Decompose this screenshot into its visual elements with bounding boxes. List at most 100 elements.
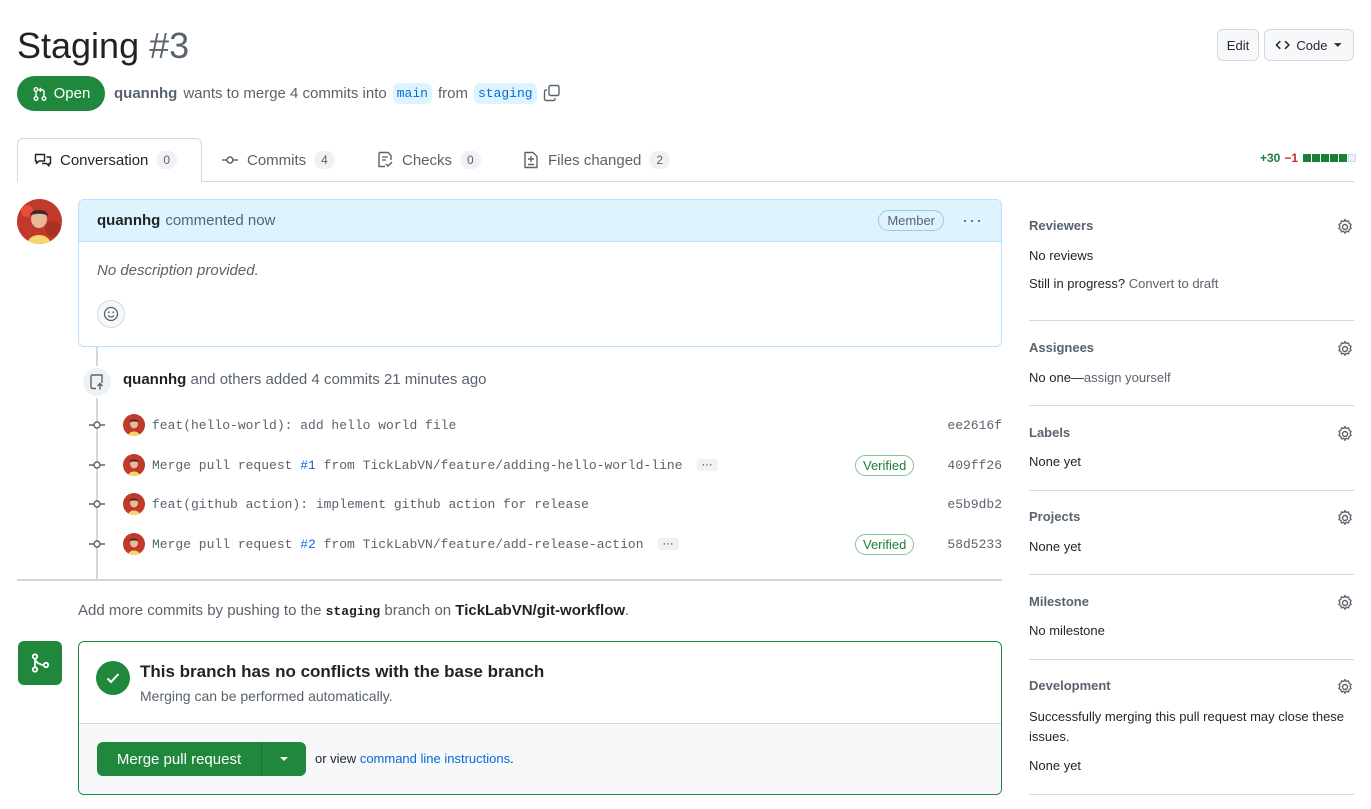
code-button-label: Code [1296,37,1328,53]
merge-method-dropdown[interactable] [262,742,306,776]
sidebar-heading: Projects [1029,509,1081,524]
tab-counter: 4 [314,151,335,169]
sidebar-divider [1029,659,1354,660]
gear-icon[interactable] [1336,594,1354,612]
commit-message-text[interactable]: from TickLabVN/feature/add-release-actio… [316,537,644,552]
tab-commits[interactable]: Commits 4 [205,138,351,182]
tab-counter: 2 [649,151,671,169]
merge-pull-request-button[interactable]: Merge pull request [97,742,262,776]
tab-counter: 0 [156,151,178,169]
author-link[interactable]: quannhg [114,85,177,102]
git-commit-icon [88,460,106,470]
triangle-down-icon [1334,43,1343,47]
tab-label: Conversation [60,151,149,169]
tab-label: Commits [247,151,307,169]
commit-message-text[interactable]: Merge pull request [152,458,300,473]
commit-avatar[interactable] [123,493,145,515]
commit-message-text[interactable]: Merge pull request [152,537,300,552]
comment-time[interactable]: commented now [165,212,275,229]
labels-value: None yet [1029,454,1082,469]
check-icon [96,661,130,695]
copy-icon[interactable] [543,84,561,102]
git-commit-icon [222,156,238,164]
gear-icon[interactable] [1336,340,1354,358]
command-line-instructions-link[interactable]: command line instructions [360,751,510,766]
diffstat-box [1348,154,1357,162]
meta-from: from [437,84,468,102]
commit-avatar[interactable] [123,414,145,436]
commit-message-text[interactable]: feat(hello-world): add hello world file [152,418,456,433]
pr-link[interactable]: #1 [300,458,316,473]
sidebar-reviewers: Reviewers No reviews Still in progress? … [1029,218,1354,308]
timeline-event: quannhg and others added 4 commits 21 mi… [123,371,487,388]
convert-to-draft-link[interactable]: Convert to draft [1129,276,1219,291]
commit-sha[interactable]: e5b9db2 [947,497,1002,512]
gear-icon[interactable] [1336,218,1354,236]
sidebar-heading: Reviewers [1029,218,1094,233]
or-view-period: . [510,751,514,766]
comment-discussion-icon [34,153,52,167]
commit-sha[interactable]: ee2616f [947,418,1002,433]
file-diff-icon [524,151,538,169]
expand-commit-body-button[interactable]: ··· [696,459,718,471]
assign-yourself-link[interactable]: assign yourself [1084,370,1171,385]
git-pull-request-icon [33,86,47,101]
projects-value: None yet [1029,539,1082,554]
repo-link[interactable]: TickLabVN/git-workflow [455,602,625,619]
merge-status-title: This branch has no conflicts with the ba… [140,662,545,681]
gear-icon[interactable] [1336,678,1354,696]
code-icon [1275,40,1290,50]
avatar[interactable] [17,199,62,244]
commit-avatar[interactable] [123,533,145,555]
commit-message[interactable]: Merge pull request #1 from TickLabVN/fea… [152,458,683,473]
merge-box: This branch has no conflicts with the ba… [78,641,1002,795]
sidebar-divider [1029,794,1354,795]
commit-avatar[interactable] [123,454,145,476]
push-hint-text: branch on [384,602,452,619]
push-hint-text: Add more commits by pushing to the [78,602,322,619]
add-reaction-button[interactable] [97,300,125,328]
merge-status-subtitle: Merging can be performed automatically. [140,688,393,704]
push-hint: Add more commits by pushing to the stagi… [78,602,629,619]
tab-files-changed[interactable]: Files changed 2 [506,138,686,182]
gear-icon[interactable] [1336,509,1354,527]
tab-checks[interactable]: Checks 0 [360,138,497,182]
verified-badge[interactable]: Verified [855,454,915,476]
comment-author[interactable]: quannhg [97,212,160,229]
head-branch[interactable]: staging [473,82,537,104]
sidebar-heading: Development [1029,678,1111,693]
expand-commit-body-button[interactable]: ··· [657,538,679,550]
timeline-event-text: and others added 4 commits 21 minutes ag… [190,371,487,388]
commit-sha[interactable]: 409ff26 [947,458,1002,473]
commit-message[interactable]: feat(hello-world): add hello world file [152,418,456,433]
commit-message-text[interactable]: feat(github action): implement github ac… [152,497,589,512]
development-description: Successfully merging this pull request m… [1029,709,1345,744]
verified-badge[interactable]: Verified [855,533,915,555]
commit-message[interactable]: Merge pull request #2 from TickLabVN/fea… [152,537,644,552]
commit-row: feat(github action): implement github ac… [88,492,1002,516]
assignees-value: No one—assign yourself [1029,370,1171,385]
comment-box: quannhg commented now Member ··· No desc… [78,199,1002,347]
gear-icon[interactable] [1336,425,1354,443]
git-commit-icon [88,539,106,549]
commit-sha[interactable]: 58d5233 [947,537,1002,552]
edit-button[interactable]: Edit [1217,29,1259,61]
timeline-author[interactable]: quannhg [123,371,186,388]
commit-message[interactable]: feat(github action): implement github ac… [152,497,589,512]
git-merge-icon [18,641,62,685]
merge-actions: Merge pull request or view command line … [79,724,1001,794]
sidebar-heading: Milestone [1029,594,1089,609]
kebab-horizontal-icon[interactable]: ··· [962,210,983,231]
meta-text: wants to merge 4 commits into [183,84,387,102]
sidebar-divider [1029,574,1354,575]
git-commit-icon [88,499,106,509]
code-button[interactable]: Code [1264,29,1354,61]
repo-push-icon [81,366,113,398]
commit-row: Merge pull request #2 from TickLabVN/fea… [88,532,1002,556]
commit-message-text[interactable]: from TickLabVN/feature/adding-hello-worl… [316,458,683,473]
or-view-text: or view command line instructions. [315,751,514,766]
tab-conversation[interactable]: Conversation 0 [17,138,202,182]
tab-counter: 0 [460,151,481,169]
pr-link[interactable]: #2 [300,537,316,552]
base-branch[interactable]: main [392,82,432,104]
